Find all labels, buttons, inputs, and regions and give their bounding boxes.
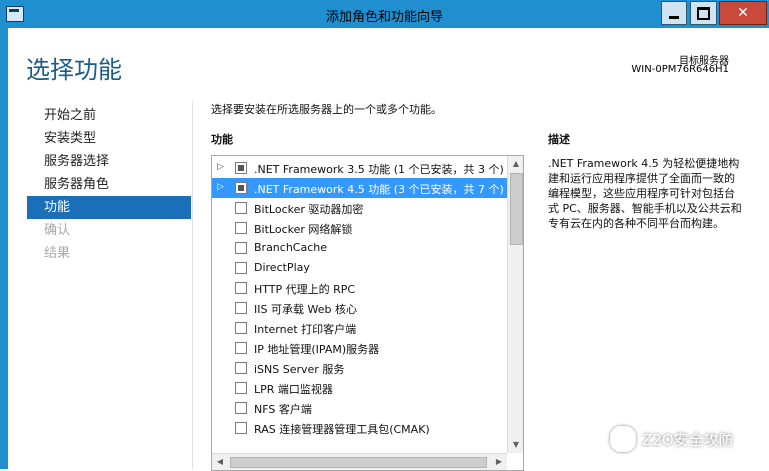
watermark: Z2O安全攻防	[610, 425, 734, 453]
wechat-logo-icon	[610, 426, 636, 452]
vertical-scrollbar[interactable]: ▲ ▼	[507, 156, 523, 453]
feature-row[interactable]: ▷ .NET Framework 4.5 功能 (3 个已安装，共 7 个)	[212, 178, 507, 198]
features-list[interactable]: ▷ .NET Framework 3.5 功能 (1 个已安装，共 3 个) ▷ .N…	[211, 155, 524, 471]
feature-checkbox[interactable]	[235, 262, 247, 274]
feature-checkbox[interactable]	[235, 322, 247, 334]
feature-label: .NET Framework 3.5 功能 (1 个已安装，共 3 个)	[254, 163, 504, 176]
wizard-steps-nav: 开始之前 安装类型 服务器选择 服务器角色 功能确认结果	[27, 104, 191, 265]
scroll-up-icon[interactable]: ▲	[508, 156, 523, 172]
feature-row[interactable]: BranchCache	[212, 238, 507, 258]
horizontal-scroll-thumb[interactable]	[230, 457, 487, 468]
feature-label: Internet 打印客户端	[254, 323, 357, 336]
feature-row[interactable]: RAS 连接管理器管理工具包(CMAK)	[212, 418, 507, 438]
title-bar: 添加角色和功能向导 ✕	[0, 0, 769, 28]
expand-arrow-icon[interactable]: ▷	[217, 182, 224, 192]
expand-arrow-icon[interactable]: ▷	[217, 162, 224, 172]
feature-checkbox[interactable]	[235, 202, 247, 214]
feature-label: HTTP 代理上的 RPC	[254, 283, 356, 296]
feature-row[interactable]: IP 地址管理(IPAM)服务器	[212, 338, 507, 358]
feature-checkbox[interactable]	[235, 282, 247, 294]
nav-item-5: 确认	[44, 223, 71, 238]
feature-checkbox[interactable]	[235, 302, 247, 314]
feature-row[interactable]: ▷ .NET Framework 3.5 功能 (1 个已安装，共 3 个)	[212, 158, 507, 178]
feature-row[interactable]: IIS 可承载 Web 核心	[212, 298, 507, 318]
feature-label: BranchCache	[254, 241, 328, 254]
maximize-button[interactable]	[690, 1, 717, 25]
feature-label: BitLocker 网络解锁	[254, 223, 353, 236]
nav-item-2[interactable]: 服务器选择	[27, 150, 191, 173]
feature-label: DirectPlay	[254, 261, 310, 274]
minimize-icon	[669, 15, 679, 19]
nav-item-3[interactable]: 服务器角色	[27, 173, 191, 196]
watermark-text: Z2O安全攻防	[642, 430, 734, 449]
feature-label: RAS 连接管理器管理工具包(CMAK)	[254, 423, 430, 436]
minimize-button[interactable]	[661, 1, 687, 25]
feature-checkbox[interactable]	[235, 222, 247, 234]
feature-label: IIS 可承载 Web 核心	[254, 303, 357, 316]
feature-label: BitLocker 驱动器加密	[254, 203, 364, 216]
feature-checkbox[interactable]	[235, 362, 247, 374]
feature-checkbox[interactable]	[235, 402, 247, 414]
window-frame-left	[0, 28, 8, 469]
page-title: 选择功能	[26, 56, 122, 84]
feature-checkbox[interactable]	[235, 242, 247, 254]
feature-row[interactable]: BitLocker 驱动器加密	[212, 198, 507, 218]
features-heading: 功能	[211, 133, 233, 146]
feature-row[interactable]: NFS 客户端	[212, 398, 507, 418]
feature-row[interactable]: HTTP 代理上的 RPC	[212, 278, 507, 298]
scroll-down-icon[interactable]: ▼	[508, 437, 523, 453]
scroll-left-icon[interactable]: ◀	[212, 454, 228, 470]
feature-checkbox[interactable]	[235, 162, 247, 174]
feature-row[interactable]: LPR 端口监视器	[212, 378, 507, 398]
feature-checkbox[interactable]	[235, 342, 247, 354]
close-icon: ✕	[737, 5, 749, 21]
feature-row[interactable]: Internet 打印客户端	[212, 318, 507, 338]
scroll-right-icon[interactable]: ▶	[491, 454, 507, 470]
horizontal-scrollbar[interactable]: ◀ ▶	[212, 453, 507, 470]
nav-item-6: 结果	[44, 246, 71, 261]
feature-row[interactable]: DirectPlay	[212, 258, 507, 278]
feature-checkbox[interactable]	[235, 422, 247, 434]
window-title: 添加角色和功能向导	[325, 10, 443, 25]
close-button[interactable]: ✕	[719, 1, 767, 25]
nav-item-0[interactable]: 开始之前	[27, 104, 191, 127]
destination-server-value: WIN-0PM76R646H1	[631, 64, 729, 75]
feature-description: .NET Framework 4.5 为轻松便捷地构建和运行应用程序提供了全面而…	[548, 157, 742, 230]
nav-item-1[interactable]: 安装类型	[27, 127, 191, 150]
feature-label: .NET Framework 4.5 功能 (3 个已安装，共 7 个)	[254, 183, 504, 196]
feature-label: NFS 客户端	[254, 403, 312, 416]
feature-label: LPR 端口监视器	[254, 383, 333, 396]
feature-checkbox[interactable]	[235, 182, 247, 194]
feature-label: IP 地址管理(IPAM)服务器	[254, 343, 380, 356]
feature-checkbox[interactable]	[235, 382, 247, 394]
vertical-scroll-thumb[interactable]	[510, 173, 523, 245]
feature-label: iSNS Server 服务	[254, 363, 345, 376]
nav-separator	[192, 101, 193, 469]
nav-item-4[interactable]: 功能	[27, 196, 191, 219]
feature-row[interactable]: BitLocker 网络解锁	[212, 218, 507, 238]
instruction-text: 选择要安装在所选服务器上的一个或多个功能。	[211, 103, 442, 116]
maximize-icon	[697, 6, 710, 20]
description-heading: 描述	[548, 133, 570, 146]
feature-row[interactable]: iSNS Server 服务	[212, 358, 507, 378]
